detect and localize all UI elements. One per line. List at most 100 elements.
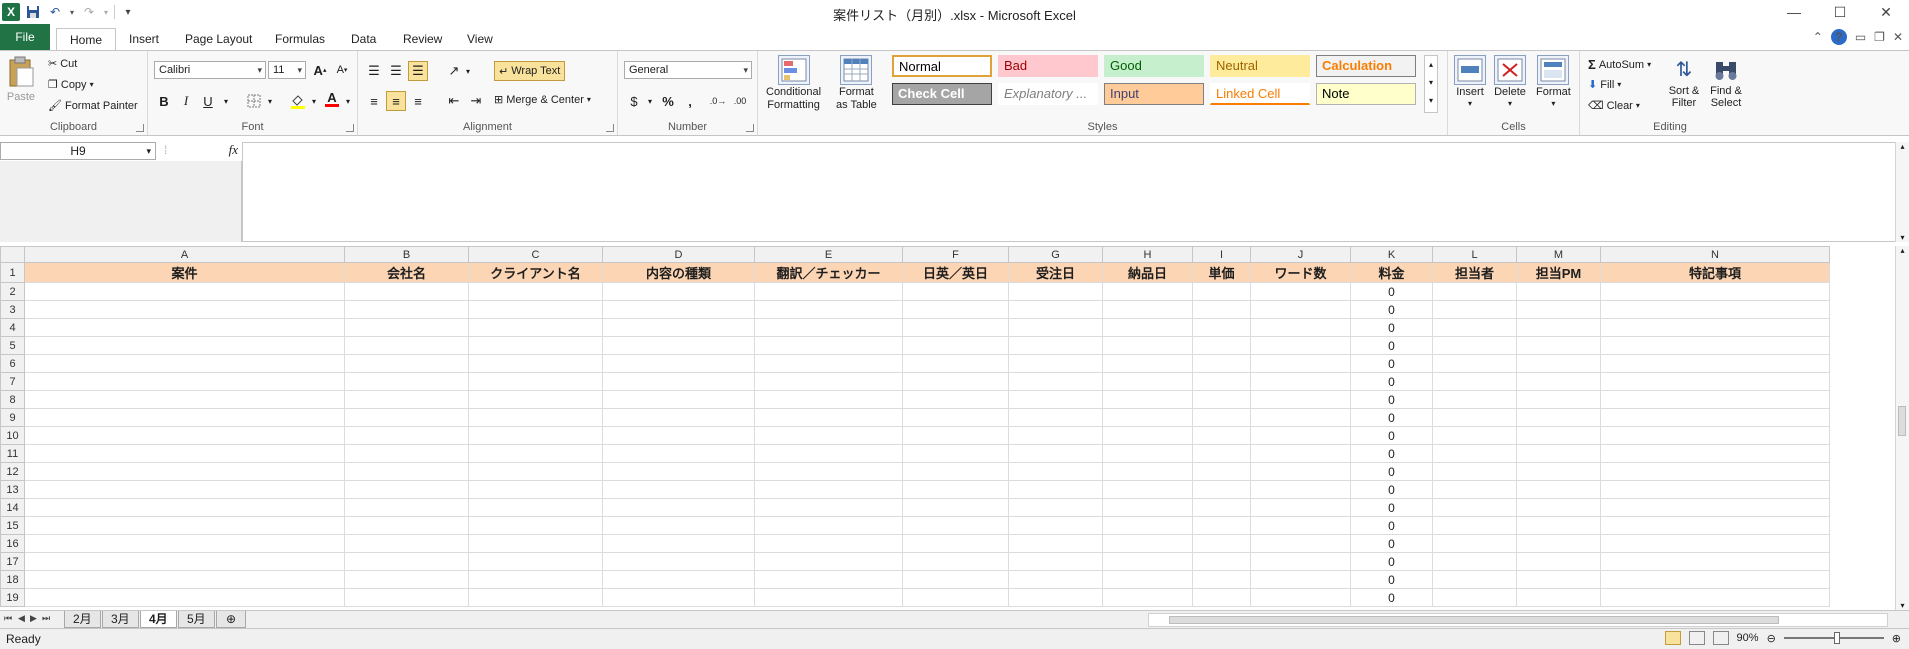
cell[interactable]	[902, 444, 1009, 463]
cell[interactable]	[1516, 498, 1601, 517]
top-align-icon[interactable]: ☰	[364, 61, 384, 81]
cell[interactable]	[1102, 534, 1193, 553]
cell[interactable]	[1008, 570, 1103, 589]
workbook-restore-icon[interactable]: ❐	[1874, 30, 1885, 44]
cell[interactable]	[468, 444, 603, 463]
cell[interactable]	[1600, 480, 1830, 499]
cell[interactable]	[1008, 516, 1103, 535]
cell[interactable]	[1250, 426, 1351, 445]
row-header[interactable]: 1	[0, 262, 25, 283]
cell[interactable]	[468, 570, 603, 589]
cell[interactable]: 0	[1350, 498, 1433, 517]
cell[interactable]	[24, 516, 345, 535]
cell[interactable]	[902, 390, 1009, 409]
cell[interactable]	[1516, 570, 1601, 589]
next-sheet-icon[interactable]: ▶	[30, 613, 37, 624]
cell[interactable]	[754, 408, 903, 427]
cell[interactable]	[344, 354, 469, 373]
cell[interactable]	[602, 408, 755, 427]
cell[interactable]	[1600, 390, 1830, 409]
cell[interactable]: 0	[1350, 516, 1433, 535]
cell[interactable]	[602, 354, 755, 373]
sheet-tab-feb[interactable]: 2月	[64, 611, 101, 628]
cell[interactable]	[602, 444, 755, 463]
cell[interactable]	[24, 300, 345, 319]
zoom-out-icon[interactable]: ⊖	[1767, 632, 1776, 645]
column-header-m[interactable]: M	[1516, 246, 1601, 263]
bottom-align-icon[interactable]: ☰	[408, 61, 428, 81]
cell[interactable]	[754, 534, 903, 553]
cell[interactable]	[1192, 354, 1251, 373]
cell[interactable]	[1600, 534, 1830, 553]
zoom-level[interactable]: 90%	[1737, 632, 1759, 644]
cell[interactable]	[1432, 282, 1517, 301]
styles-scroll-down-icon[interactable]: ▾	[1425, 74, 1437, 92]
cell[interactable]	[1432, 444, 1517, 463]
cell[interactable]	[344, 588, 469, 607]
cell[interactable]	[1192, 300, 1251, 319]
cell[interactable]	[902, 318, 1009, 337]
cell[interactable]	[1600, 282, 1830, 301]
insert-sheet-icon[interactable]: ⊕	[216, 611, 246, 628]
cell[interactable]	[1250, 462, 1351, 481]
cell[interactable]	[1432, 372, 1517, 391]
cell[interactable]	[754, 498, 903, 517]
worksheet-grid[interactable]: ABCDEFGHIJKLMN 1 案件 会社名 クライアント名 内容の種類 翻訳／チェッカ…	[0, 246, 1909, 610]
cell[interactable]	[1250, 480, 1351, 499]
row-header[interactable]: 15	[0, 516, 25, 535]
style-linked-cell[interactable]: Linked Cell	[1210, 83, 1310, 105]
cell[interactable]	[1432, 408, 1517, 427]
cell[interactable]	[1102, 516, 1193, 535]
cell[interactable]	[1516, 372, 1601, 391]
cell[interactable]	[468, 534, 603, 553]
cell[interactable]	[1102, 300, 1193, 319]
cell[interactable]	[1250, 444, 1351, 463]
cell[interactable]	[902, 282, 1009, 301]
percent-icon[interactable]: %	[658, 91, 678, 111]
style-calculation[interactable]: Calculation	[1316, 55, 1416, 77]
cell[interactable]	[602, 426, 755, 445]
cell[interactable]	[24, 408, 345, 427]
cell[interactable]	[1008, 336, 1103, 355]
cell[interactable]	[468, 390, 603, 409]
cell[interactable]	[24, 318, 345, 337]
cell[interactable]	[1432, 318, 1517, 337]
tab-data[interactable]: Data	[338, 28, 389, 50]
cell[interactable]	[1102, 426, 1193, 445]
column-header-n[interactable]: N	[1600, 246, 1830, 263]
cell[interactable]	[1600, 552, 1830, 571]
cell[interactable]	[1008, 390, 1103, 409]
workbook-close-icon[interactable]: ✕	[1893, 30, 1903, 44]
row-header[interactable]: 17	[0, 552, 25, 571]
cell[interactable]	[1008, 318, 1103, 337]
cell[interactable]	[1008, 444, 1103, 463]
normal-view-icon[interactable]	[1664, 631, 1681, 645]
cell[interactable]	[602, 318, 755, 337]
cell[interactable]	[1516, 282, 1601, 301]
cell[interactable]	[902, 498, 1009, 517]
formula-bar-scrollbar[interactable]: ▴ ▾	[1895, 142, 1909, 242]
row-header[interactable]: 18	[0, 570, 25, 589]
cell[interactable]	[1600, 444, 1830, 463]
cell[interactable]	[902, 354, 1009, 373]
cell[interactable]	[24, 426, 345, 445]
cell[interactable]	[1008, 408, 1103, 427]
cell[interactable]	[1008, 372, 1103, 391]
zoom-slider-thumb[interactable]	[1833, 632, 1840, 644]
cell[interactable]	[1250, 318, 1351, 337]
column-title-e[interactable]: 翻訳／チェッカー	[754, 262, 903, 283]
prev-sheet-icon[interactable]: ◀	[18, 613, 25, 624]
row-header[interactable]: 5	[0, 336, 25, 355]
cell[interactable]: 0	[1350, 426, 1433, 445]
cell[interactable]	[1192, 318, 1251, 337]
cell[interactable]	[1102, 282, 1193, 301]
sheet-tab-mar[interactable]: 3月	[102, 611, 139, 628]
cell[interactable]	[344, 390, 469, 409]
cell[interactable]	[602, 480, 755, 499]
column-header-b[interactable]: B	[344, 246, 469, 263]
cell[interactable]	[1008, 534, 1103, 553]
cell[interactable]	[468, 408, 603, 427]
cell[interactable]	[1432, 588, 1517, 607]
cell[interactable]	[1192, 390, 1251, 409]
cell[interactable]	[344, 534, 469, 553]
